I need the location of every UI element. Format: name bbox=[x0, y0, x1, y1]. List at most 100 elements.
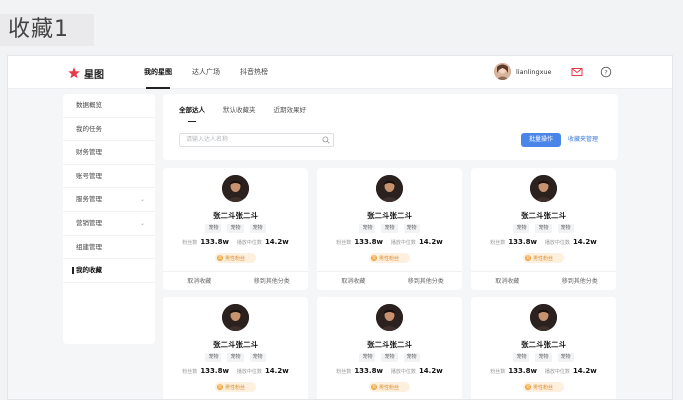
tab-recent-good[interactable]: 近期效果好 bbox=[274, 104, 307, 122]
nav-douyin-hot[interactable]: 抖音热榜 bbox=[240, 56, 268, 89]
tag: 宠物 bbox=[249, 353, 266, 362]
tag: 宠物 bbox=[535, 353, 552, 362]
talent-stats: 粉丝数 133.8w 播放中位数 14.2w bbox=[317, 367, 462, 375]
tab-default-folder[interactable]: 默认收藏夹 bbox=[223, 104, 256, 122]
search-input[interactable] bbox=[179, 133, 334, 147]
sidebar-item-finance[interactable]: 财务管理 bbox=[63, 141, 155, 165]
talent-avatar[interactable] bbox=[222, 304, 249, 331]
badge-text: 男性粉丝 bbox=[379, 255, 400, 262]
fans-value: 133.8w bbox=[354, 238, 383, 246]
nav-my-star[interactable]: 我的星图 bbox=[144, 56, 172, 89]
talent-card[interactable]: 张二斗张二斗 宠物 宠物 宠物 粉丝数 133.8w 播放中位数 14.2w 男… bbox=[471, 168, 616, 290]
card-actions: 取消收藏 移到其他分类 bbox=[163, 271, 308, 290]
sidebar-item-marketing[interactable]: 营销管理 ⌄ bbox=[63, 212, 155, 236]
move-category-button[interactable]: 移到其他分类 bbox=[544, 272, 617, 290]
views-value: 14.2w bbox=[264, 238, 289, 246]
talent-stats: 粉丝数 133.8w 播放中位数 14.2w bbox=[163, 238, 308, 246]
male-icon: 男 bbox=[217, 384, 223, 390]
logo[interactable]: 星图 bbox=[67, 64, 104, 82]
fans-label: 粉丝数 bbox=[182, 240, 198, 246]
fans-value: 133.8w bbox=[508, 367, 537, 375]
cancel-favorite-button[interactable]: 取消收藏 bbox=[471, 272, 544, 290]
talent-avatar[interactable] bbox=[376, 175, 403, 202]
talent-card[interactable]: 张二斗张二斗 宠物 宠物 宠物 粉丝数 133.8w 播放中位数 14.2w 男… bbox=[317, 297, 462, 399]
tag: 宠物 bbox=[227, 224, 244, 233]
talent-name: 张二斗张二斗 bbox=[213, 211, 258, 220]
views-label: 播放中位数 bbox=[236, 240, 262, 246]
tag: 宠物 bbox=[513, 224, 530, 233]
logo-text: 星图 bbox=[84, 69, 104, 81]
views-label: 播放中位数 bbox=[390, 369, 416, 375]
talent-name: 张二斗张二斗 bbox=[521, 340, 566, 349]
talent-card[interactable]: 张二斗张二斗 宠物 宠物 宠物 粉丝数 133.8w 播放中位数 14.2w 男… bbox=[163, 168, 308, 290]
talent-name: 张二斗张二斗 bbox=[521, 211, 566, 220]
user-avatar[interactable] bbox=[494, 63, 511, 80]
talent-avatar[interactable] bbox=[222, 175, 249, 202]
talent-card[interactable]: 张二斗张二斗 宠物 宠物 宠物 粉丝数 133.8w 播放中位数 14.2w 男… bbox=[163, 297, 308, 399]
sidebar-item-accounts[interactable]: 账号管理 bbox=[63, 165, 155, 189]
cancel-favorite-button[interactable]: 取消收藏 bbox=[317, 272, 390, 290]
card-actions: 取消收藏 移到其他分类 bbox=[471, 271, 616, 290]
app-window: 星图 我的星图 达人广场 抖音热榜 lianlingxue ? 数据概览 我的任… bbox=[7, 55, 673, 400]
talent-name: 张二斗张二斗 bbox=[213, 340, 258, 349]
tag: 宠物 bbox=[359, 353, 376, 362]
badge-text: 男性粉丝 bbox=[533, 255, 554, 262]
card-actions: 取消收藏 移到其他分类 bbox=[317, 271, 462, 290]
help-icon[interactable]: ? bbox=[600, 66, 612, 78]
sidebar-item-label: 组建管理 bbox=[76, 242, 102, 251]
tag-list: 宠物 宠物 宠物 bbox=[471, 353, 616, 362]
fans-label: 粉丝数 bbox=[182, 369, 198, 375]
badge-text: 男性粉丝 bbox=[533, 384, 554, 391]
talent-avatar[interactable] bbox=[530, 304, 557, 331]
male-icon: 男 bbox=[371, 255, 377, 261]
sidebar-item-favorites[interactable]: 我的收藏 bbox=[63, 259, 155, 283]
sidebar-item-label: 财务管理 bbox=[76, 148, 102, 157]
sidebar-item-build[interactable]: 组建管理 bbox=[63, 236, 155, 260]
tag: 宠物 bbox=[381, 224, 398, 233]
badge-text: 男性粉丝 bbox=[225, 384, 246, 391]
talent-name: 张二斗张二斗 bbox=[367, 340, 412, 349]
sidebar-item-tasks[interactable]: 我的任务 bbox=[63, 118, 155, 142]
move-category-button[interactable]: 移到其他分类 bbox=[390, 272, 463, 290]
fans-label: 粉丝数 bbox=[490, 369, 506, 375]
sidebar-item-label: 数据概览 bbox=[76, 101, 102, 109]
sidebar-item-label: 我的收藏 bbox=[76, 266, 102, 275]
sidebar: 数据概览 我的任务 财务管理 账号管理 服务管理 ⌄ 营销管理 ⌄ 组建管理 我的收… bbox=[63, 94, 155, 344]
main-nav: 我的星图 达人广场 抖音热榜 bbox=[144, 56, 288, 89]
views-value: 14.2w bbox=[418, 238, 443, 246]
tag-list: 宠物 宠物 宠物 bbox=[471, 224, 616, 233]
fans-value: 133.8w bbox=[354, 367, 383, 375]
svg-text:?: ? bbox=[604, 68, 607, 76]
talent-avatar[interactable] bbox=[530, 175, 557, 202]
talent-card[interactable]: 张二斗张二斗 宠物 宠物 宠物 粉丝数 133.8w 播放中位数 14.2w 男… bbox=[317, 168, 462, 290]
user-menu[interactable]: lianlingxue bbox=[494, 63, 552, 80]
views-label: 播放中位数 bbox=[236, 369, 262, 375]
cancel-favorite-button[interactable]: 取消收藏 bbox=[163, 272, 236, 290]
talent-stats: 粉丝数 133.8w 播放中位数 14.2w bbox=[163, 367, 308, 375]
batch-operation-button[interactable]: 批量操作 bbox=[521, 133, 561, 147]
audience-badge: 男 男性粉丝 bbox=[215, 382, 256, 392]
mail-icon[interactable] bbox=[571, 66, 583, 78]
audience-badge: 男 男性粉丝 bbox=[369, 253, 410, 263]
fans-value: 133.8w bbox=[508, 238, 537, 246]
talent-card[interactable]: 张二斗张二斗 宠物 宠物 宠物 粉丝数 133.8w 播放中位数 14.2w 男… bbox=[471, 297, 616, 399]
filter-panel: 全部达人 默认收藏夹 近期效果好 批量操作 收藏夹管理 bbox=[163, 94, 618, 160]
chevron-down-icon: ⌄ bbox=[139, 219, 145, 227]
tag-list: 宠物 宠物 宠物 bbox=[163, 224, 308, 233]
tab-bar: 全部达人 默认收藏夹 近期效果好 bbox=[179, 104, 324, 122]
sidebar-item-overview[interactable]: 数据概览 bbox=[63, 94, 155, 118]
sidebar-item-label: 服务管理 bbox=[76, 195, 102, 204]
male-icon: 男 bbox=[217, 255, 223, 261]
move-category-button[interactable]: 移到其他分类 bbox=[236, 272, 309, 290]
nav-talent-square[interactable]: 达人广场 bbox=[192, 56, 220, 89]
talent-avatar[interactable] bbox=[376, 304, 403, 331]
search-icon[interactable] bbox=[322, 136, 330, 144]
sidebar-item-label: 营销管理 bbox=[76, 218, 102, 227]
sidebar-item-services[interactable]: 服务管理 ⌄ bbox=[63, 188, 155, 212]
audience-badge: 男 男性粉丝 bbox=[523, 382, 564, 392]
page-caption: 收藏1 bbox=[0, 14, 94, 46]
tab-all-talents[interactable]: 全部达人 bbox=[179, 104, 205, 122]
folder-manage-link[interactable]: 收藏夹管理 bbox=[568, 133, 598, 147]
tag: 宠物 bbox=[249, 224, 266, 233]
fans-label: 粉丝数 bbox=[490, 240, 506, 246]
